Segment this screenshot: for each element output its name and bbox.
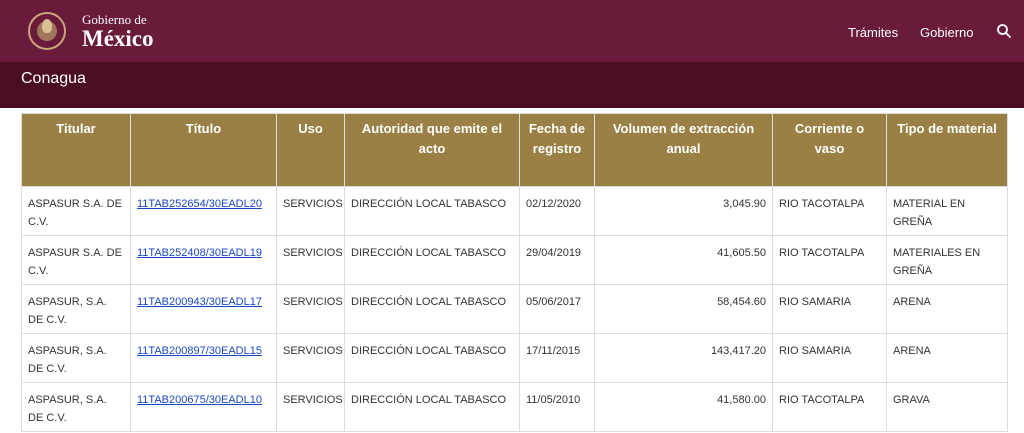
cell-corriente: RIO TACOTALPA bbox=[772, 235, 887, 285]
sub-header-notch bbox=[505, 106, 525, 108]
coat-of-arms-icon bbox=[28, 12, 66, 50]
cell-fecha: 02/12/2020 bbox=[519, 186, 595, 236]
logo-line-1: Gobierno de bbox=[82, 11, 147, 27]
cell-uso: SERVICIOS bbox=[276, 333, 345, 383]
table-row: ASPASUR S.A. DE C.V. 11TAB252654/30EADL2… bbox=[21, 186, 1008, 236]
cell-fecha: 11/05/2010 bbox=[519, 382, 595, 432]
cell-titular: ASPASUR S.A. DE C.V. bbox=[21, 186, 131, 236]
cell-titulo: 11TAB252408/30EADL19 bbox=[130, 235, 277, 285]
titulo-link[interactable]: 11TAB200675/30EADL10 bbox=[137, 394, 262, 406]
cell-uso: SERVICIOS bbox=[276, 235, 345, 285]
cell-volumen: 143,417.20 bbox=[594, 333, 773, 383]
table-row: ASPASUR, S.A. DE C.V. 11TAB200675/30EADL… bbox=[21, 382, 1008, 432]
cell-tipo-material: ARENA bbox=[886, 284, 1008, 334]
cell-volumen: 41,580.00 bbox=[594, 382, 773, 432]
header-row: Titular Título Uso Autoridad que emite e… bbox=[21, 113, 1008, 187]
column-header-volumen[interactable]: Volumen de extracción anual bbox=[594, 113, 773, 187]
page-title: Conagua bbox=[21, 70, 86, 87]
titulo-link[interactable]: 11TAB200943/30EADL17 bbox=[137, 296, 262, 308]
cell-corriente: RIO SAMARIA bbox=[772, 284, 887, 334]
cell-uso: SERVICIOS bbox=[276, 382, 345, 432]
cell-volumen: 3,045.90 bbox=[594, 186, 773, 236]
cell-uso: SERVICIOS bbox=[276, 186, 345, 236]
logo-line-2: México bbox=[82, 25, 154, 51]
nav-link-tramites[interactable]: Trámites bbox=[848, 25, 898, 41]
concessions-table: Titular Título Uso Autoridad que emite e… bbox=[21, 113, 1008, 432]
table-row: ASPASUR, S.A. DE C.V. 11TAB200943/30EADL… bbox=[21, 284, 1008, 334]
cell-tipo-material: MATERIALES EN GREÑA bbox=[886, 235, 1008, 285]
cell-autoridad: DIRECCIÓN LOCAL TABASCO bbox=[344, 382, 520, 432]
titulo-link[interactable]: 11TAB252408/30EADL19 bbox=[137, 247, 262, 259]
cell-fecha: 17/11/2015 bbox=[519, 333, 595, 383]
titulo-link[interactable]: 11TAB200897/30EADL15 bbox=[137, 345, 262, 357]
cell-tipo-material: GRAVA bbox=[886, 382, 1008, 432]
cell-tipo-material: ARENA bbox=[886, 333, 1008, 383]
sub-header-bar bbox=[0, 62, 1024, 108]
table-body: ASPASUR S.A. DE C.V. 11TAB252654/30EADL2… bbox=[21, 186, 1008, 432]
cell-autoridad: DIRECCIÓN LOCAL TABASCO bbox=[344, 284, 520, 334]
search-icon[interactable] bbox=[996, 23, 1012, 39]
cell-titulo: 11TAB252654/30EADL20 bbox=[130, 186, 277, 236]
cell-titular: ASPASUR, S.A. DE C.V. bbox=[21, 284, 131, 334]
cell-uso: SERVICIOS bbox=[276, 284, 345, 334]
cell-titulo: 11TAB200943/30EADL17 bbox=[130, 284, 277, 334]
column-header-fecha[interactable]: Fecha de registro bbox=[519, 113, 595, 187]
cell-titular: ASPASUR S.A. DE C.V. bbox=[21, 235, 131, 285]
column-header-titular[interactable]: Titular bbox=[21, 113, 131, 187]
titulo-link[interactable]: 11TAB252654/30EADL20 bbox=[137, 198, 262, 210]
cell-titular: ASPASUR, S.A. DE C.V. bbox=[21, 382, 131, 432]
cell-volumen: 41,605.50 bbox=[594, 235, 773, 285]
cell-fecha: 29/04/2019 bbox=[519, 235, 595, 285]
cell-titulo: 11TAB200675/30EADL10 bbox=[130, 382, 277, 432]
cell-corriente: RIO TACOTALPA bbox=[772, 382, 887, 432]
gobierno-de-mexico-logo[interactable]: Gobierno de México bbox=[28, 8, 168, 54]
column-header-autoridad[interactable]: Autoridad que emite el acto bbox=[344, 113, 520, 187]
cell-titular: ASPASUR, S.A. DE C.V. bbox=[21, 333, 131, 383]
cell-tipo-material: MATERIAL EN GREÑA bbox=[886, 186, 1008, 236]
column-header-tipo-material[interactable]: Tipo de material bbox=[886, 113, 1008, 187]
cell-corriente: RIO SAMARIA bbox=[772, 333, 887, 383]
logo-text: Gobierno de México bbox=[82, 13, 154, 50]
column-header-corriente[interactable]: Corriente o vaso bbox=[772, 113, 887, 187]
cell-corriente: RIO TACOTALPA bbox=[772, 186, 887, 236]
table-row: ASPASUR S.A. DE C.V. 11TAB252408/30EADL1… bbox=[21, 235, 1008, 285]
cell-volumen: 58,454.60 bbox=[594, 284, 773, 334]
table-header: Titular Título Uso Autoridad que emite e… bbox=[21, 113, 1008, 187]
cell-titulo: 11TAB200897/30EADL15 bbox=[130, 333, 277, 383]
cell-autoridad: DIRECCIÓN LOCAL TABASCO bbox=[344, 235, 520, 285]
cell-autoridad: DIRECCIÓN LOCAL TABASCO bbox=[344, 333, 520, 383]
table-row: ASPASUR, S.A. DE C.V. 11TAB200897/30EADL… bbox=[21, 333, 1008, 383]
cell-fecha: 05/06/2017 bbox=[519, 284, 595, 334]
column-header-uso[interactable]: Uso bbox=[276, 113, 345, 187]
nav-link-gobierno[interactable]: Gobierno bbox=[920, 25, 973, 41]
column-header-titulo[interactable]: Título bbox=[130, 113, 277, 187]
cell-autoridad: DIRECCIÓN LOCAL TABASCO bbox=[344, 186, 520, 236]
